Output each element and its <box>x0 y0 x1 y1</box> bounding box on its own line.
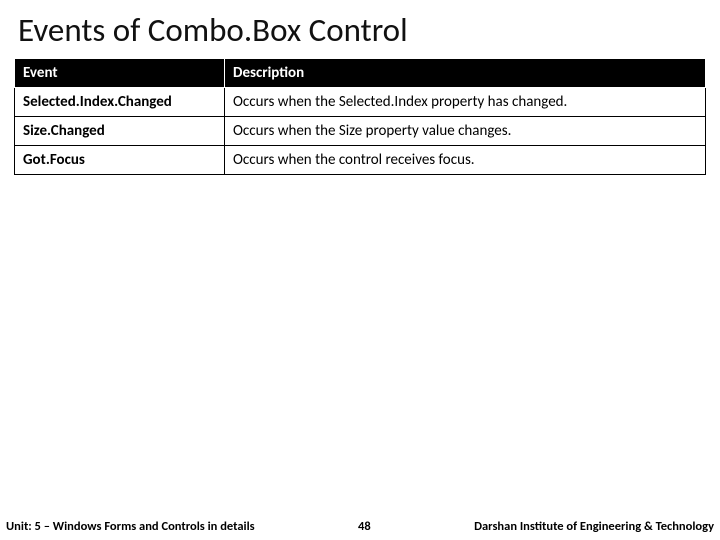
header-event: Event <box>15 59 225 88</box>
slide-content: Event Description Selected.Index.Changed… <box>0 58 720 175</box>
cell-event: Got.Focus <box>15 146 225 175</box>
footer-unit: Unit: 5 – Windows Forms and Controls in … <box>6 519 334 534</box>
slide-title: Events of Combo.Box Control <box>0 0 720 58</box>
footer-institute: Darshan Institute of Engineering & Techn… <box>394 519 714 534</box>
cell-description: Occurs when the Size property value chan… <box>225 117 706 146</box>
events-table: Event Description Selected.Index.Changed… <box>14 58 706 175</box>
footer: Unit: 5 – Windows Forms and Controls in … <box>0 519 720 536</box>
cell-event: Selected.Index.Changed <box>15 88 225 117</box>
footer-page-number: 48 <box>334 519 394 534</box>
table-header-row: Event Description <box>15 59 706 88</box>
cell-event: Size.Changed <box>15 117 225 146</box>
table-row: Size.Changed Occurs when the Size proper… <box>15 117 706 146</box>
cell-description: Occurs when the Selected.Index property … <box>225 88 706 117</box>
slide: Events of Combo.Box Control Event Descri… <box>0 0 720 540</box>
table-row: Got.Focus Occurs when the control receiv… <box>15 146 706 175</box>
cell-description: Occurs when the control receives focus. <box>225 146 706 175</box>
header-description: Description <box>225 59 706 88</box>
table-row: Selected.Index.Changed Occurs when the S… <box>15 88 706 117</box>
